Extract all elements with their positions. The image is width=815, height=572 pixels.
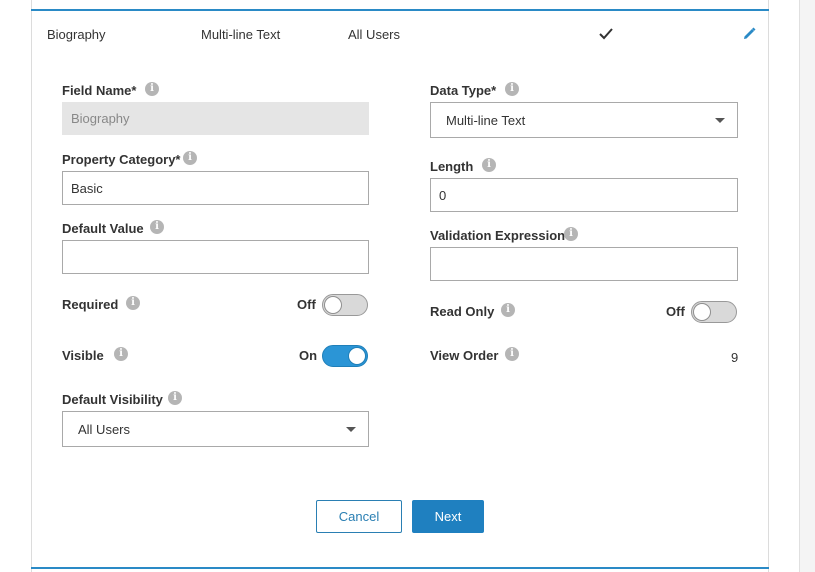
read-only-toggle-state: Off [666,304,685,319]
panel-top-border [31,9,769,11]
default-visibility-label: Default Visibility [62,392,163,407]
field-name-input: Biography [62,102,369,135]
read-only-toggle[interactable] [691,301,737,323]
data-type-label: Data Type* [430,83,497,98]
visible-toggle[interactable] [322,345,368,367]
default-visibility-selected-value: All Users [78,421,131,437]
length-input[interactable]: 0 [430,178,738,212]
next-button[interactable]: Next [412,500,484,533]
info-icon[interactable]: i [114,347,128,361]
pencil-icon[interactable] [741,26,757,42]
field-name-value: Biography [71,111,130,126]
summary-visibility: All Users [348,27,401,42]
property-category-input[interactable]: Basic [62,171,369,205]
property-category-value: Basic [71,180,103,196]
info-icon[interactable]: i [183,151,197,165]
default-value-input[interactable] [62,240,369,274]
default-visibility-select[interactable]: All Users [62,411,369,447]
info-icon[interactable]: i [482,158,496,172]
chevron-down-icon [715,118,725,123]
view-order-value: 9 [731,350,739,365]
property-category-label: Property Category* [62,152,181,167]
info-icon[interactable]: i [564,227,578,241]
info-icon[interactable]: i [505,347,519,361]
info-icon[interactable]: i [126,296,140,310]
info-icon[interactable]: i [501,303,515,317]
toggle-knob [324,296,342,314]
scrollbar-track[interactable] [799,0,815,572]
field-editor-panel [31,0,769,572]
view-order-label: View Order [430,348,499,363]
toggle-knob [693,303,711,321]
info-icon[interactable]: i [145,82,159,96]
read-only-label: Read Only [430,304,495,319]
required-toggle-state: Off [297,297,316,312]
chevron-down-icon [346,427,356,432]
info-icon[interactable]: i [505,82,519,96]
validation-expression-label: Validation Expression [430,228,566,243]
visible-toggle-state: On [299,348,318,363]
info-icon[interactable]: i [168,391,182,405]
panel-bottom-border [31,567,769,569]
length-value: 0 [439,187,447,203]
check-icon [599,28,613,40]
required-label: Required [62,297,119,312]
summary-data-type: Multi-line Text [201,27,281,42]
visible-label: Visible [62,348,104,363]
cancel-button[interactable]: Cancel [316,500,402,533]
validation-expression-input[interactable] [430,247,738,281]
field-name-label: Field Name* [62,83,137,98]
data-type-select[interactable]: Multi-line Text [430,102,738,138]
default-value-label: Default Value [62,221,144,236]
data-type-selected-value: Multi-line Text [446,112,526,128]
toggle-knob [348,347,366,365]
length-label: Length [430,159,474,174]
required-toggle[interactable] [322,294,368,316]
summary-field-name: Biography [47,27,106,42]
info-icon[interactable]: i [150,220,164,234]
